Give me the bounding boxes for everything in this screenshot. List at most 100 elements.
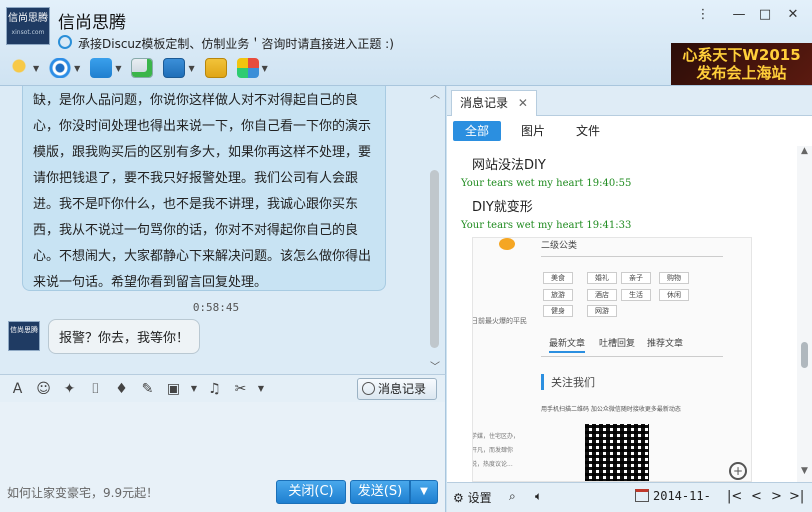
chat-scrollbar[interactable]: ︿ ﹀ — [428, 86, 442, 374]
gear-icon: ⚙ — [453, 491, 464, 505]
tab-message-history[interactable]: 消息记录 ✕ — [451, 90, 537, 116]
embed-tag: 酒店 — [587, 289, 617, 301]
video-call-button[interactable]: ▼ — [47, 56, 82, 80]
remote-desktop-button[interactable]: ▼ — [161, 56, 196, 80]
message-input[interactable]: 如何让家变豪宅，9.9元起！ 关闭(C) 发送(S) ▼ — [0, 402, 446, 512]
share-screen-icon — [204, 58, 227, 78]
close-window-button[interactable]: ✕ — [784, 6, 802, 24]
history-message-meta: Your tears wet my heart 19:41:33 — [461, 220, 632, 231]
apps-button[interactable]: ▼ — [235, 56, 270, 80]
embed-tag: 购物 — [659, 272, 689, 284]
scroll-down-icon[interactable]: ▼ — [797, 466, 812, 476]
contact-avatar[interactable]: 信尚思腾 xinsot.com — [6, 7, 50, 45]
next-page-icon[interactable]: > — [771, 489, 782, 504]
embed-tag: 网游 — [587, 305, 617, 317]
first-page-icon[interactable]: |< — [727, 489, 742, 504]
ad-text-link[interactable]: 如何让家变豪宅，9.9元起！ — [7, 484, 158, 501]
embed-tag: 旅游 — [543, 289, 573, 301]
maximize-button[interactable]: □ — [756, 6, 774, 24]
filter-images[interactable]: 图片 — [509, 121, 557, 141]
ad-banner[interactable]: 心系天下W2015 发布会上海站 — [671, 43, 812, 85]
date-picker[interactable]: 2014-11- — [635, 489, 711, 503]
embed-side-text: 学媒，住宅区办，开凡，而发肆你说，热度议论... — [472, 433, 520, 468]
history-message-text: 网站没法DIY — [472, 158, 546, 173]
scroll-down-icon[interactable]: ﹀ — [428, 358, 442, 373]
minimize-button[interactable]: — — [730, 6, 748, 24]
embed-tag: 美食 — [543, 272, 573, 284]
tab-label: 消息记录 — [460, 96, 509, 110]
qr-code-image — [585, 424, 649, 481]
scroll-thumb[interactable] — [430, 170, 439, 348]
message-history-label: 消息记录 — [378, 382, 427, 396]
ad-banner-line1: 心系天下W2015 — [682, 46, 801, 64]
embed-follow-title: 关注我们 — [541, 374, 595, 390]
embed-tag: 亲子 — [621, 272, 651, 284]
history-filters: 全部 图片 文件 — [447, 116, 812, 146]
ad-banner-line2: 发布会上海站 — [696, 64, 787, 82]
close-tab-icon[interactable]: ✕ — [518, 96, 528, 110]
embed-divider — [541, 356, 723, 357]
chevron-down-icon[interactable]: ▼ — [190, 380, 198, 398]
edit-icon[interactable]: ✎ — [138, 380, 157, 398]
microphone-icon — [8, 58, 30, 78]
last-page-icon[interactable]: >| — [789, 489, 804, 504]
music-icon[interactable]: ♫ — [205, 380, 224, 398]
chevron-down-icon[interactable]: ▼ — [188, 64, 194, 73]
close-button[interactable]: 关闭(C) — [276, 480, 346, 504]
embed-logo-icon — [499, 238, 515, 250]
embed-tab: 吐槽回复 — [599, 339, 636, 349]
scroll-thumb[interactable] — [801, 342, 808, 368]
screenshot-scissors-icon[interactable]: ✂ — [231, 380, 250, 398]
contact-name[interactable]: 信尚思腾 — [58, 8, 126, 33]
folder-icon — [90, 58, 113, 78]
scroll-up-icon[interactable]: ▲ — [797, 146, 812, 156]
reply-bubble: 报警？你去，我等你！ — [48, 319, 201, 354]
embedded-screenshot[interactable]: 二级公类 美食 婚礼 亲子 购物 旅游 酒店 生活 休闲 健身 网游 日前最火爆… — [472, 237, 752, 482]
send-file-button[interactable]: ▼ — [88, 56, 123, 80]
search-icon[interactable]: ⌕ — [509, 489, 516, 504]
send-options-button[interactable]: ▼ — [410, 480, 438, 504]
contact-signature: 承接Discuz模板定制、仿制业务＇咨询时请直接进入正题 :) — [78, 37, 394, 51]
filter-files[interactable]: 文件 — [564, 121, 612, 141]
embed-tab: 推荐文章 — [647, 339, 684, 349]
history-message-meta: Your tears wet my heart 19:40:55 — [461, 178, 632, 189]
message-history-button[interactable]: 消息记录 ▼ — [357, 378, 437, 415]
scroll-up-icon[interactable]: ︿ — [428, 86, 442, 101]
speaker-icon[interactable]: 🔈︎ — [535, 489, 542, 504]
settings-label: 设置 — [467, 491, 492, 505]
message-timestamp: 0:58:45 — [192, 301, 240, 314]
prev-page-icon[interactable]: < — [751, 489, 762, 504]
add-group-icon — [131, 58, 154, 78]
embed-tag: 婚礼 — [587, 272, 617, 284]
chevron-down-icon[interactable]: ▼ — [115, 64, 121, 73]
chevron-down-icon[interactable]: ▼ — [74, 64, 80, 73]
voice-message-icon[interactable]: ♦ — [112, 380, 131, 398]
embed-tag: 休闲 — [659, 289, 689, 301]
chat-messages: 缺，是你人品问题，你说你这样做人对不对得起自己的良心，你没时间处理也得出来说一下… — [0, 86, 446, 374]
shake-icon[interactable]: ⌷ — [86, 380, 105, 398]
voice-call-button[interactable]: ▼ — [6, 56, 41, 80]
magic-wand-icon[interactable]: ✦ — [60, 380, 79, 398]
send-button[interactable]: 发送(S) — [350, 480, 410, 504]
zoom-in-icon[interactable]: + — [729, 462, 747, 480]
settings-button[interactable]: ⚙ 设置 — [453, 489, 492, 506]
emoji-icon[interactable]: ☺ — [34, 380, 53, 398]
calendar-icon — [635, 489, 649, 502]
share-screen-button[interactable] — [203, 56, 229, 80]
chevron-down-icon[interactable]: ▼ — [262, 64, 268, 73]
chevron-down-icon[interactable]: ▼ — [33, 64, 39, 73]
font-icon[interactable]: A — [8, 380, 27, 398]
embed-divider — [541, 256, 723, 257]
image-icon[interactable]: ▣ — [164, 380, 183, 398]
history-scrollbar[interactable]: ▲ ▼ — [797, 146, 812, 482]
reply-avatar[interactable]: 信尚思腾 — [8, 321, 40, 351]
chevron-down-icon[interactable]: ▼ — [257, 380, 265, 398]
create-group-button[interactable] — [129, 56, 155, 80]
apps-grid-icon — [236, 58, 259, 78]
chevron-down-icon: ▼ — [420, 486, 428, 497]
embed-tag: 生活 — [621, 289, 651, 301]
filter-all[interactable]: 全部 — [453, 121, 502, 141]
title-bar: 信尚思腾 xinsot.com 信尚思腾 承接Discuz模板定制、仿制业务＇咨… — [0, 0, 812, 86]
webcam-icon — [49, 58, 72, 78]
more-menu-icon[interactable]: ⋮ — [694, 6, 712, 24]
